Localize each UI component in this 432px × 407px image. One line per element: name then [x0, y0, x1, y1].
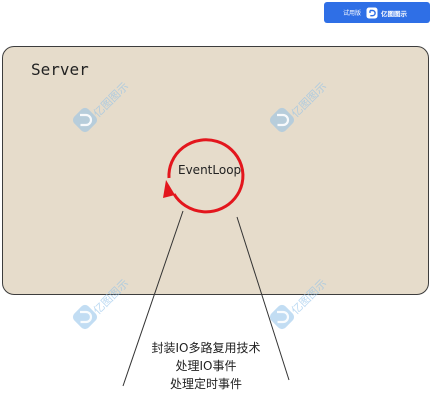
annotation-text: 封装IO多路复用技术 处理IO事件 处理定时事件: [136, 339, 276, 393]
loop-arrowhead-icon: [163, 180, 175, 198]
annotation-line: 处理IO事件: [175, 359, 237, 373]
annotation-line: 处理定时事件: [169, 377, 242, 391]
annotation-line: 封装IO多路复用技术: [151, 341, 261, 355]
event-loop-label: EventLoop: [178, 163, 242, 177]
